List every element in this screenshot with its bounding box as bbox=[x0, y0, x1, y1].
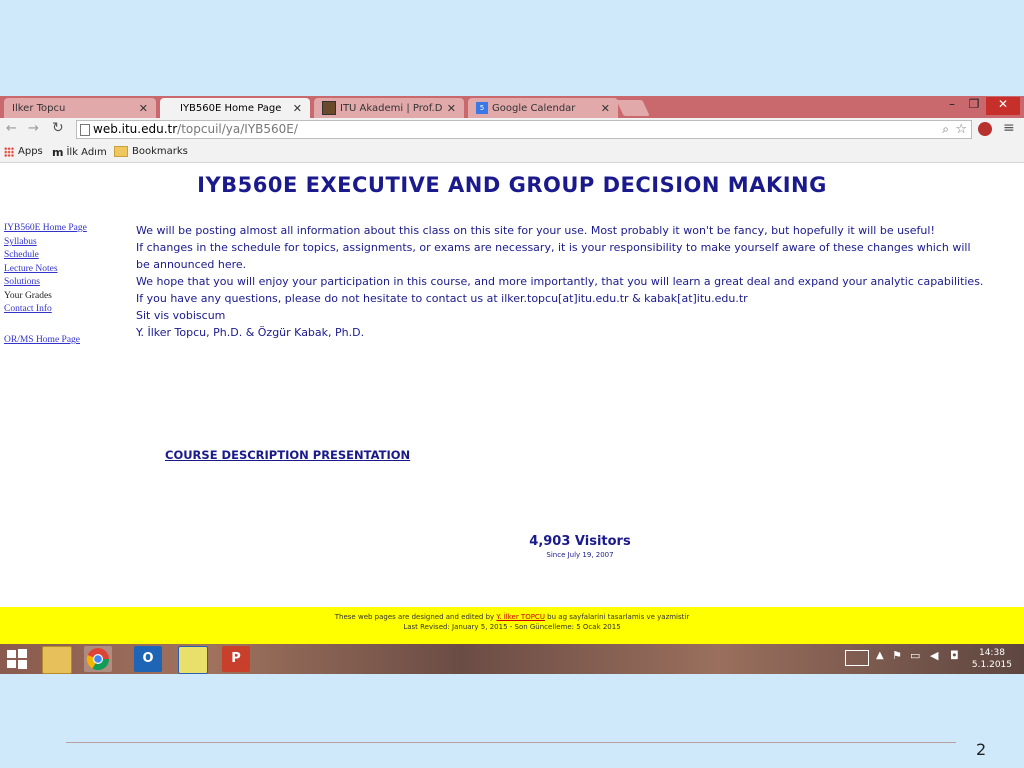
show-hidden-icon[interactable]: ▲ bbox=[876, 650, 884, 661]
volume-icon[interactable]: ◀ bbox=[930, 649, 938, 662]
close-icon[interactable]: ✕ bbox=[447, 102, 456, 115]
folder-icon bbox=[114, 146, 128, 157]
powerpoint-icon[interactable]: P bbox=[222, 646, 250, 672]
browser-window: Ilker Topcu ✕ IYB560E Home Page ✕ İTÜ Ak… bbox=[0, 96, 1024, 674]
taskbar-clock[interactable]: 14:38 5.1.2015 bbox=[972, 647, 1012, 671]
new-tab-button[interactable] bbox=[616, 100, 650, 116]
bookmark-label: İlk Adım bbox=[66, 147, 107, 158]
authors-line: Y. İlker Topcu, Ph.D. & Özgür Kabak, Ph.… bbox=[136, 326, 365, 339]
page-footer: These web pages are designed and edited … bbox=[0, 607, 1024, 644]
footer-author-link[interactable]: Y. İlker TOPCU bbox=[496, 613, 545, 621]
visitor-counter: 4,903 Visitors bbox=[529, 534, 631, 549]
close-icon[interactable]: ✕ bbox=[601, 102, 610, 115]
nav-link-syllabus[interactable]: Syllabus bbox=[4, 237, 37, 247]
footer-line-1: These web pages are designed and edited … bbox=[0, 613, 1024, 621]
tab-title: Ilker Topcu bbox=[12, 102, 66, 114]
back-icon[interactable]: ← bbox=[6, 121, 17, 136]
keyboard-icon[interactable] bbox=[845, 650, 869, 666]
nav-text-grades: Your Grades bbox=[4, 291, 52, 301]
network-app-icon[interactable] bbox=[178, 646, 208, 674]
close-window-icon[interactable]: ✕ bbox=[986, 97, 1020, 115]
footer-prefix: These web pages are designed and edited … bbox=[334, 613, 497, 621]
tab-google-calendar[interactable]: 5 Google Calendar ✕ bbox=[468, 98, 618, 118]
bookmark-label: Apps bbox=[18, 146, 43, 157]
course-description-link[interactable]: COURSE DESCRIPTION PRESENTATION bbox=[165, 448, 410, 462]
tab-title: Google Calendar bbox=[492, 102, 576, 114]
apps-grid-icon bbox=[4, 146, 14, 157]
extension-icon[interactable] bbox=[978, 122, 992, 136]
bookmark-ilk-adim[interactable]: m İlk Adım bbox=[52, 146, 107, 159]
motto-line: Sit vis vobiscum bbox=[136, 309, 226, 322]
nav-link-solutions[interactable]: Solutions bbox=[4, 277, 40, 287]
bookmark-label: Bookmarks bbox=[132, 146, 188, 157]
close-icon[interactable]: ✕ bbox=[293, 102, 302, 115]
itu-favicon-icon bbox=[322, 101, 336, 115]
slide-number: 2 bbox=[976, 740, 987, 759]
tab-iyb560e[interactable]: IYB560E Home Page ✕ bbox=[160, 98, 310, 118]
nav-link-lecture-notes[interactable]: Lecture Notes bbox=[4, 264, 58, 274]
star-icon[interactable]: ☆ bbox=[955, 121, 967, 138]
footer-suffix: bu ag sayfalarini tasarlamis ve yazmisti… bbox=[544, 613, 690, 621]
taskbar: O P ▲ ⚑ ▭ ◀ ◘ 14:38 5.1.2015 bbox=[0, 644, 1024, 674]
intro-paragraph: We will be posting almost all informatio… bbox=[136, 224, 935, 237]
web-page: IYB560E EXECUTIVE AND GROUP DECISION MAK… bbox=[0, 163, 1024, 607]
clock-time: 14:38 bbox=[978, 648, 1005, 658]
msn-icon: m bbox=[52, 146, 64, 159]
windows-start-icon[interactable] bbox=[4, 646, 30, 672]
minimize-icon[interactable]: – bbox=[942, 97, 962, 115]
bookmark-apps[interactable]: Apps bbox=[4, 146, 43, 157]
flag-icon[interactable]: ⚑ bbox=[892, 649, 902, 662]
tab-itu-akademi[interactable]: İTÜ Akademi | Prof.Dr. İlker ✕ bbox=[314, 98, 464, 118]
clock-date: 5.1.2015 bbox=[971, 660, 1012, 670]
address-bar[interactable]: web.itu.edu.tr/topcuil/ya/IYB560E/ ⌕ ☆ bbox=[76, 120, 972, 139]
outlook-icon[interactable]: O bbox=[134, 646, 162, 672]
bookmark-folder[interactable]: Bookmarks bbox=[114, 146, 188, 157]
hope-paragraph: We hope that you will enjoy your partici… bbox=[136, 275, 984, 288]
page-icon bbox=[80, 124, 90, 136]
visitor-since: Since July 19, 2007 bbox=[546, 551, 614, 559]
chrome-icon[interactable] bbox=[84, 646, 112, 672]
bookmarks-bar: Apps m İlk Adım Bookmarks bbox=[0, 142, 1024, 163]
close-icon[interactable]: ✕ bbox=[139, 102, 148, 115]
calendar-favicon-icon: 5 bbox=[476, 102, 488, 114]
menu-icon[interactable]: ≡ bbox=[1003, 120, 1015, 136]
tab-title: IYB560E Home Page bbox=[180, 102, 282, 114]
address-host: web.itu.edu.tr bbox=[93, 122, 178, 136]
nav-link-schedule[interactable]: Schedule bbox=[4, 250, 39, 260]
nav-link-home[interactable]: IYB560E Home Page bbox=[4, 223, 87, 233]
browser-toolbar: ← → ↻ web.itu.edu.tr/topcuil/ya/IYB560E/… bbox=[0, 118, 1024, 142]
app-tray-icon[interactable]: ◘ bbox=[950, 649, 959, 662]
maximize-icon[interactable]: ❐ bbox=[964, 97, 984, 115]
network-icon[interactable]: ▭ bbox=[910, 649, 920, 662]
contact-paragraph: If you have any questions, please do not… bbox=[136, 292, 748, 305]
page-title: IYB560E EXECUTIVE AND GROUP DECISION MAK… bbox=[197, 173, 827, 197]
schedule-paragraph: If changes in the schedule for topics, a… bbox=[136, 241, 971, 271]
reload-icon[interactable]: ↻ bbox=[52, 120, 64, 136]
slide-divider bbox=[66, 742, 956, 743]
tab-ilker-topcu[interactable]: Ilker Topcu ✕ bbox=[4, 98, 156, 118]
forward-icon[interactable]: → bbox=[28, 121, 39, 136]
search-icon[interactable]: ⌕ bbox=[942, 121, 949, 138]
tab-strip: Ilker Topcu ✕ IYB560E Home Page ✕ İTÜ Ak… bbox=[0, 96, 1024, 118]
nav-link-orms-home[interactable]: OR/MS Home Page bbox=[4, 335, 80, 345]
file-explorer-icon[interactable] bbox=[42, 646, 72, 674]
tab-title: İTÜ Akademi | Prof.Dr. İlker bbox=[340, 102, 443, 114]
footer-line-2: Last Revised: January 5, 2015 - Son Günc… bbox=[403, 623, 621, 631]
nav-link-contact[interactable]: Contact Info bbox=[4, 304, 52, 314]
address-path: /topcuil/ya/IYB560E/ bbox=[177, 122, 298, 136]
